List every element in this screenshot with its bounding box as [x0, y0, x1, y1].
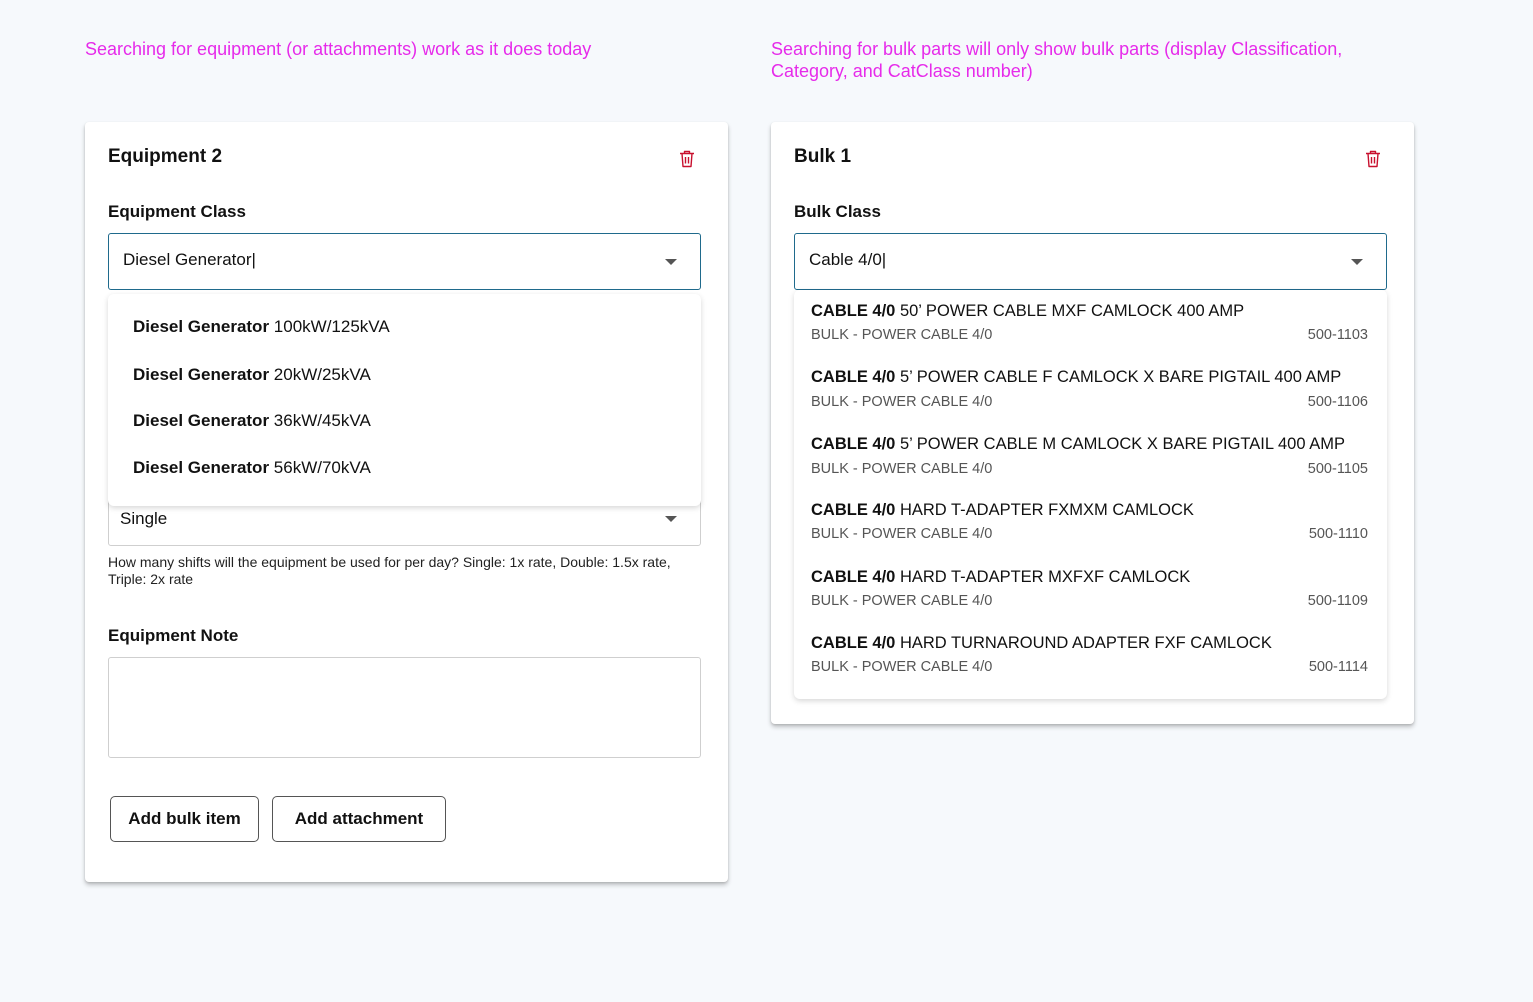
equipment-class-input[interactable]: Diesel Generator|	[108, 233, 701, 290]
result-rest: HARD T-ADAPTER FXMXM CAMLOCK	[895, 501, 1194, 519]
result-match: CABLE 4/0	[811, 435, 896, 453]
option-rest: 100kW/125kVA	[269, 317, 390, 336]
equipment-class-label: Equipment Class	[108, 202, 246, 221]
result-category: BULK - POWER CABLE 4/0	[811, 593, 993, 609]
bulk-class-dropdown: CABLE 4/0 50’ POWER CABLE MXF CAMLOCK 40…	[794, 290, 1387, 699]
chevron-down-icon[interactable]	[665, 259, 677, 265]
result-match: CABLE 4/0	[811, 302, 896, 320]
result-title: CABLE 4/0 50’ POWER CABLE MXF CAMLOCK 40…	[811, 302, 1244, 321]
option-rest: 36kW/45kVA	[269, 411, 371, 430]
result-catclass: 500-1103	[1307, 327, 1368, 343]
result-catclass: 500-1106	[1307, 394, 1368, 410]
annotation-bulk-search: Searching for bulk parts will only show …	[771, 38, 1342, 82]
bulk-card: Bulk 1 Bulk Class Cable 4/0| CABLE 4/0 5…	[771, 122, 1414, 724]
result-match: CABLE 4/0	[811, 634, 896, 652]
equipment-note-label: Equipment Note	[108, 626, 239, 645]
option-match: Diesel Generator	[133, 458, 270, 477]
result-match: CABLE 4/0	[811, 501, 896, 519]
result-category: BULK - POWER CABLE 4/0	[811, 327, 993, 343]
bulk-class-label: Bulk Class	[794, 202, 881, 221]
bulk-class-value: Cable 4/0|	[809, 250, 887, 269]
result-category: BULK - POWER CABLE 4/0	[811, 461, 993, 477]
trash-icon[interactable]	[1365, 150, 1381, 168]
add-bulk-item-button[interactable]: Add bulk item	[110, 796, 259, 842]
result-title: CABLE 4/0 HARD TURNAROUND ADAPTER FXF CA…	[811, 634, 1272, 653]
option-match: Diesel Generator	[133, 317, 270, 336]
result-catclass: 500-1105	[1307, 461, 1368, 477]
equipment-card: Equipment 2 Equipment Class Diesel Gener…	[85, 122, 728, 882]
annotation-bulk-line-1: Searching for bulk parts will only show …	[771, 39, 1343, 59]
result-title: CABLE 4/0 HARD T-ADAPTER MXFXF CAMLOCK	[811, 568, 1190, 587]
annotation-equipment-search: Searching for equipment (or attachments)…	[85, 39, 592, 59]
option-match: Diesel Generator	[133, 411, 270, 430]
result-rest: 5’ POWER CABLE F CAMLOCK X BARE PIGTAIL …	[895, 368, 1342, 386]
result-match: CABLE 4/0	[811, 568, 896, 586]
chevron-down-icon[interactable]	[665, 516, 677, 522]
result-category: BULK - POWER CABLE 4/0	[811, 526, 993, 542]
option-rest: 20kW/25kVA	[269, 365, 371, 384]
result-category: BULK - POWER CABLE 4/0	[811, 394, 993, 410]
result-catclass: 500-1110	[1308, 526, 1368, 542]
result-title: CABLE 4/0 HARD T-ADAPTER FXMXM CAMLOCK	[811, 501, 1194, 520]
shift-select-value: Single	[120, 509, 168, 528]
option-rest: 56kW/70kVA	[269, 458, 371, 477]
result-title: CABLE 4/0 5’ POWER CABLE M CAMLOCK X BAR…	[811, 435, 1345, 454]
result-rest: 50’ POWER CABLE MXF CAMLOCK 400 AMP	[895, 302, 1245, 320]
result-title: CABLE 4/0 5’ POWER CABLE F CAMLOCK X BAR…	[811, 368, 1341, 387]
result-rest: 5’ POWER CABLE M CAMLOCK X BARE PIGTAIL …	[895, 435, 1345, 453]
card-title: Bulk 1	[794, 146, 852, 167]
result-category: BULK - POWER CABLE 4/0	[811, 659, 993, 675]
result-rest: HARD TURNAROUND ADAPTER FXF CAMLOCK	[895, 634, 1272, 652]
trash-icon[interactable]	[679, 150, 695, 168]
result-catclass: 500-1114	[1308, 659, 1368, 675]
add-attachment-button[interactable]: Add attachment	[272, 796, 446, 842]
equipment-option[interactable]: Diesel Generator 36kW/45kVA	[133, 411, 371, 431]
bulk-class-input[interactable]: Cable 4/0|	[794, 233, 1387, 290]
result-rest: HARD T-ADAPTER MXFXF CAMLOCK	[895, 568, 1191, 586]
equipment-option[interactable]: Diesel Generator 20kW/25kVA	[133, 365, 371, 385]
equipment-class-value: Diesel Generator|	[123, 250, 256, 269]
equipment-option[interactable]: Diesel Generator 100kW/125kVA	[133, 317, 390, 337]
option-match: Diesel Generator	[133, 365, 270, 384]
annotation-bulk-line-2: Category, and CatClass number)	[771, 61, 1033, 81]
equipment-class-dropdown: Diesel Generator 100kW/125kVA Diesel Gen…	[108, 294, 701, 506]
equipment-option[interactable]: Diesel Generator 56kW/70kVA	[133, 458, 371, 478]
equipment-note-textarea[interactable]	[108, 657, 701, 758]
chevron-down-icon[interactable]	[1351, 259, 1363, 265]
card-title: Equipment 2	[108, 146, 223, 167]
result-catclass: 500-1109	[1307, 593, 1368, 609]
shift-helper-text: How many shifts will the equipment be us…	[108, 554, 671, 587]
result-match: CABLE 4/0	[811, 368, 896, 386]
